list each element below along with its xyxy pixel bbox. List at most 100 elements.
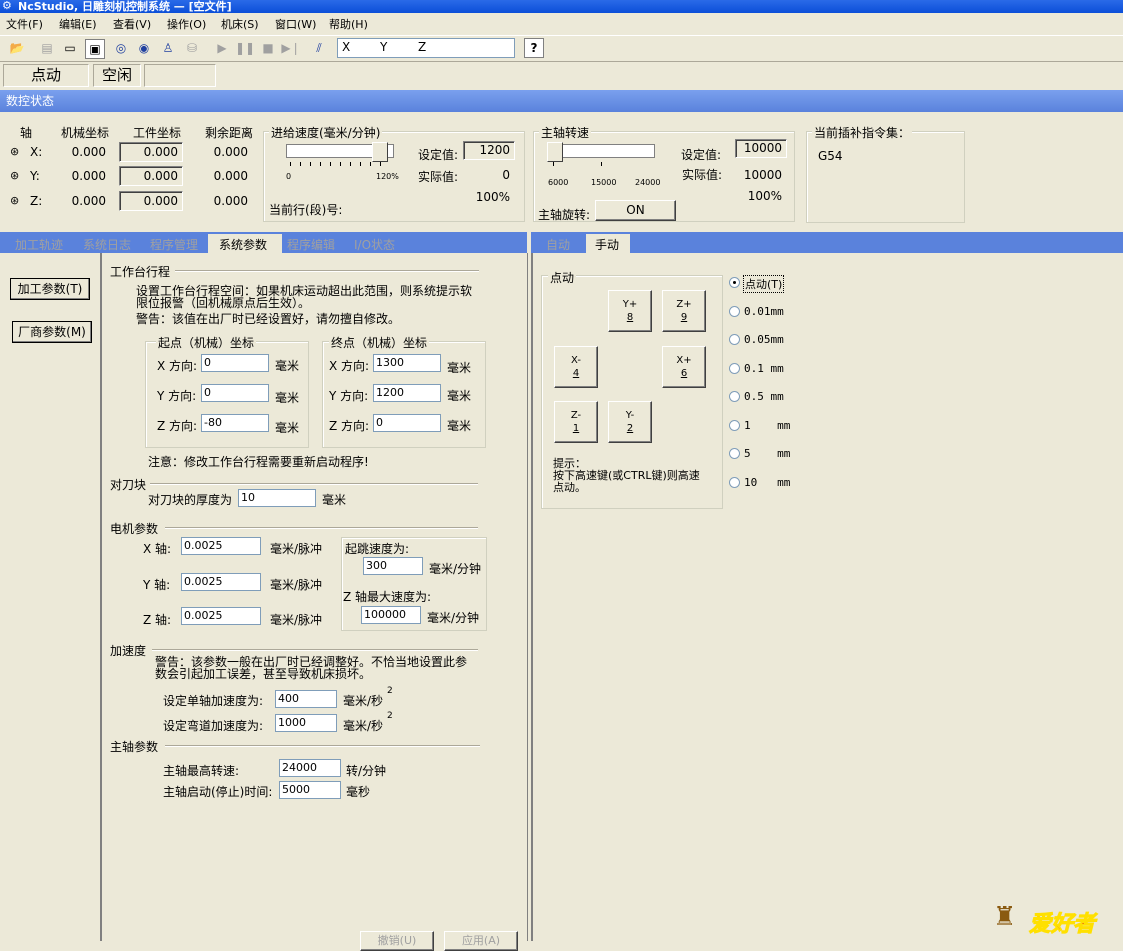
jog-title: 点动	[548, 269, 577, 286]
tab-machining-path[interactable]: 加工轨迹	[15, 237, 63, 253]
spindle-icon[interactable]: ⛁	[183, 39, 201, 57]
end-x-unit: 毫米	[447, 361, 472, 375]
step-icon[interactable]: ▶❘	[281, 39, 300, 57]
tab-io-status[interactable]: I/O状态	[354, 237, 395, 253]
axis-header: 轴	[20, 126, 33, 140]
menu-window[interactable]: 窗口(W)	[275, 16, 316, 32]
jog-y-plus-button[interactable]: Y+ 8	[608, 290, 652, 332]
spindle-start-input[interactable]: 5000	[279, 781, 341, 799]
zmax-speed-label: Z 轴最大速度为:	[343, 590, 432, 604]
spindle-scale-min: 6000	[548, 178, 569, 187]
end-y-input[interactable]: 1200	[373, 384, 441, 402]
jump-speed-input[interactable]: 300	[363, 557, 423, 575]
apply-button[interactable]: 应用(A)	[444, 931, 518, 951]
tab-auto[interactable]: 自动	[546, 237, 570, 253]
accel-warn: 警告：该参数一般在出厂时已经调整好。不恰当地设置此参数会引起加工误差，甚至导致机…	[155, 655, 468, 681]
tool-thickness-input[interactable]: 10	[238, 489, 316, 507]
axis-y-zero-icon[interactable]: ⊛	[10, 169, 19, 182]
radio-1[interactable]	[729, 420, 740, 431]
spindle-on-button[interactable]: ON	[595, 200, 676, 221]
spindle-slider-thumb[interactable]	[547, 142, 563, 162]
radio-0-5-label[interactable]: 0.5 mm	[744, 390, 784, 403]
jog-z-plus-key: 9	[680, 312, 688, 323]
start-x-input[interactable]: 0	[201, 354, 269, 372]
start-y-input[interactable]: 0	[201, 384, 269, 402]
travel-desc: 设置工作台行程空间：如果机床运动超出此范围，则系统提示软限位报警（回机械原点后生…	[136, 284, 473, 310]
motor-z-input[interactable]: 0.0025	[181, 607, 261, 625]
feed-scale-min: 0	[286, 172, 292, 181]
pause-icon[interactable]: ❚❚	[235, 39, 255, 57]
app-icon: ⚙	[2, 0, 12, 12]
axis-signal-icon[interactable]: ◉	[135, 39, 153, 57]
axis-x-zero-icon[interactable]: ⊛	[10, 145, 19, 158]
signal-icon[interactable]: ◎	[112, 39, 130, 57]
menu-operate[interactable]: 操作(O)	[167, 16, 206, 32]
radio-0-5[interactable]	[729, 391, 740, 402]
radio-jog-label[interactable]: 点动(T)	[743, 275, 785, 293]
nc-status-header: 数控状态	[0, 90, 1123, 112]
axis-z-zero-icon[interactable]: ⊛	[10, 194, 19, 207]
end-x-input[interactable]: 1300	[373, 354, 441, 372]
menu-view[interactable]: 查看(V)	[113, 16, 151, 32]
accel-curve-input[interactable]: 1000	[275, 714, 337, 732]
radio-10[interactable]	[729, 477, 740, 488]
radio-0-1[interactable]	[729, 363, 740, 374]
axis-x-machine: 0.000	[71, 145, 106, 159]
spindle-slider[interactable]	[547, 142, 655, 166]
radio-0-1-label[interactable]: 0.1 mm	[744, 362, 784, 375]
machining-params-button[interactable]: 加工参数(T)	[10, 278, 90, 300]
open-folder-icon[interactable]: 📂	[8, 39, 26, 57]
feed-slider-thumb[interactable]	[372, 142, 388, 162]
jog-z-plus-button[interactable]: Z+ 9	[662, 290, 706, 332]
menu-bar: 文件(F) 编辑(E) 查看(V) 操作(O) 机床(S) 窗口(W) 帮助(H…	[0, 13, 1123, 33]
accel-single-unit: 毫米/秒	[343, 694, 384, 708]
end-z-input[interactable]: 0	[373, 414, 441, 432]
menu-machine[interactable]: 机床(S)	[221, 16, 259, 32]
radio-5-label[interactable]: 5 mm	[744, 447, 790, 460]
jog-x-plus-button[interactable]: X+ 6	[662, 346, 706, 388]
zmax-speed-input[interactable]: 100000	[361, 606, 421, 624]
spindle-scale-mid: 15000	[591, 178, 617, 187]
feed-slider[interactable]	[286, 142, 394, 166]
radio-jog[interactable]	[729, 277, 740, 288]
start-z-input[interactable]: -80	[201, 414, 269, 432]
menu-file[interactable]: 文件(F)	[6, 16, 43, 32]
stop-icon[interactable]: ■	[259, 39, 277, 57]
tab-system-params-label: 系统参数	[219, 238, 268, 252]
menu-help[interactable]: 帮助(H)	[329, 16, 368, 32]
radio-1-label[interactable]: 1 mm	[744, 419, 790, 432]
radio-0-01[interactable]	[729, 306, 740, 317]
play-icon[interactable]: ▶	[213, 39, 231, 57]
help-icon[interactable]: ?	[524, 38, 544, 58]
radio-0-05-label[interactable]: 0.05mm	[744, 333, 784, 346]
start-z-unit: 毫米	[275, 421, 300, 435]
home-person-icon[interactable]: ♙	[159, 39, 177, 57]
accel-single-input[interactable]: 400	[275, 690, 337, 708]
toolbar: 📂 ▤ ▭ ▣ ◎ ◉ ♙ ⛁ ▶ ❚❚ ■ ▶❘ ⫽	[0, 35, 1123, 62]
jog-y-plus-label: Y+	[622, 299, 638, 310]
radio-0-05[interactable]	[729, 334, 740, 345]
window-icon[interactable]: ▭	[61, 39, 79, 57]
extra-status	[144, 64, 216, 87]
radio-5[interactable]	[729, 448, 740, 459]
menu-edit[interactable]: 编辑(E)	[59, 16, 97, 32]
jog-x-minus-button[interactable]: X- 4	[554, 346, 598, 388]
close-file-icon[interactable]: ▤	[38, 39, 56, 57]
tab-system-log[interactable]: 系统日志	[83, 237, 131, 253]
motor-y-input[interactable]: 0.0025	[181, 573, 261, 591]
draw-icon[interactable]: ⫽	[310, 39, 328, 57]
undo-button[interactable]: 撤销(U)	[360, 931, 434, 951]
motor-x-input[interactable]: 0.0025	[181, 537, 261, 555]
jog-y-minus-button[interactable]: Y- 2	[608, 401, 652, 443]
simulate-icon[interactable]: ▣	[85, 39, 105, 59]
tab-program-edit[interactable]: 程序编辑	[287, 237, 335, 253]
start-x-unit: 毫米	[275, 359, 300, 373]
vendor-params-button[interactable]: 厂商参数(M)	[12, 321, 92, 343]
radio-0-01-label[interactable]: 0.01mm	[744, 305, 784, 318]
radio-10-label[interactable]: 10 mm	[744, 476, 790, 489]
jog-z-minus-button[interactable]: Z- 1	[554, 401, 598, 443]
spindle-max-label: 主轴最高转速:	[163, 764, 240, 778]
spindle-max-input[interactable]: 24000	[279, 759, 341, 777]
coord-display[interactable]: X Y Z	[337, 38, 515, 58]
tab-program-manage[interactable]: 程序管理	[150, 237, 198, 253]
